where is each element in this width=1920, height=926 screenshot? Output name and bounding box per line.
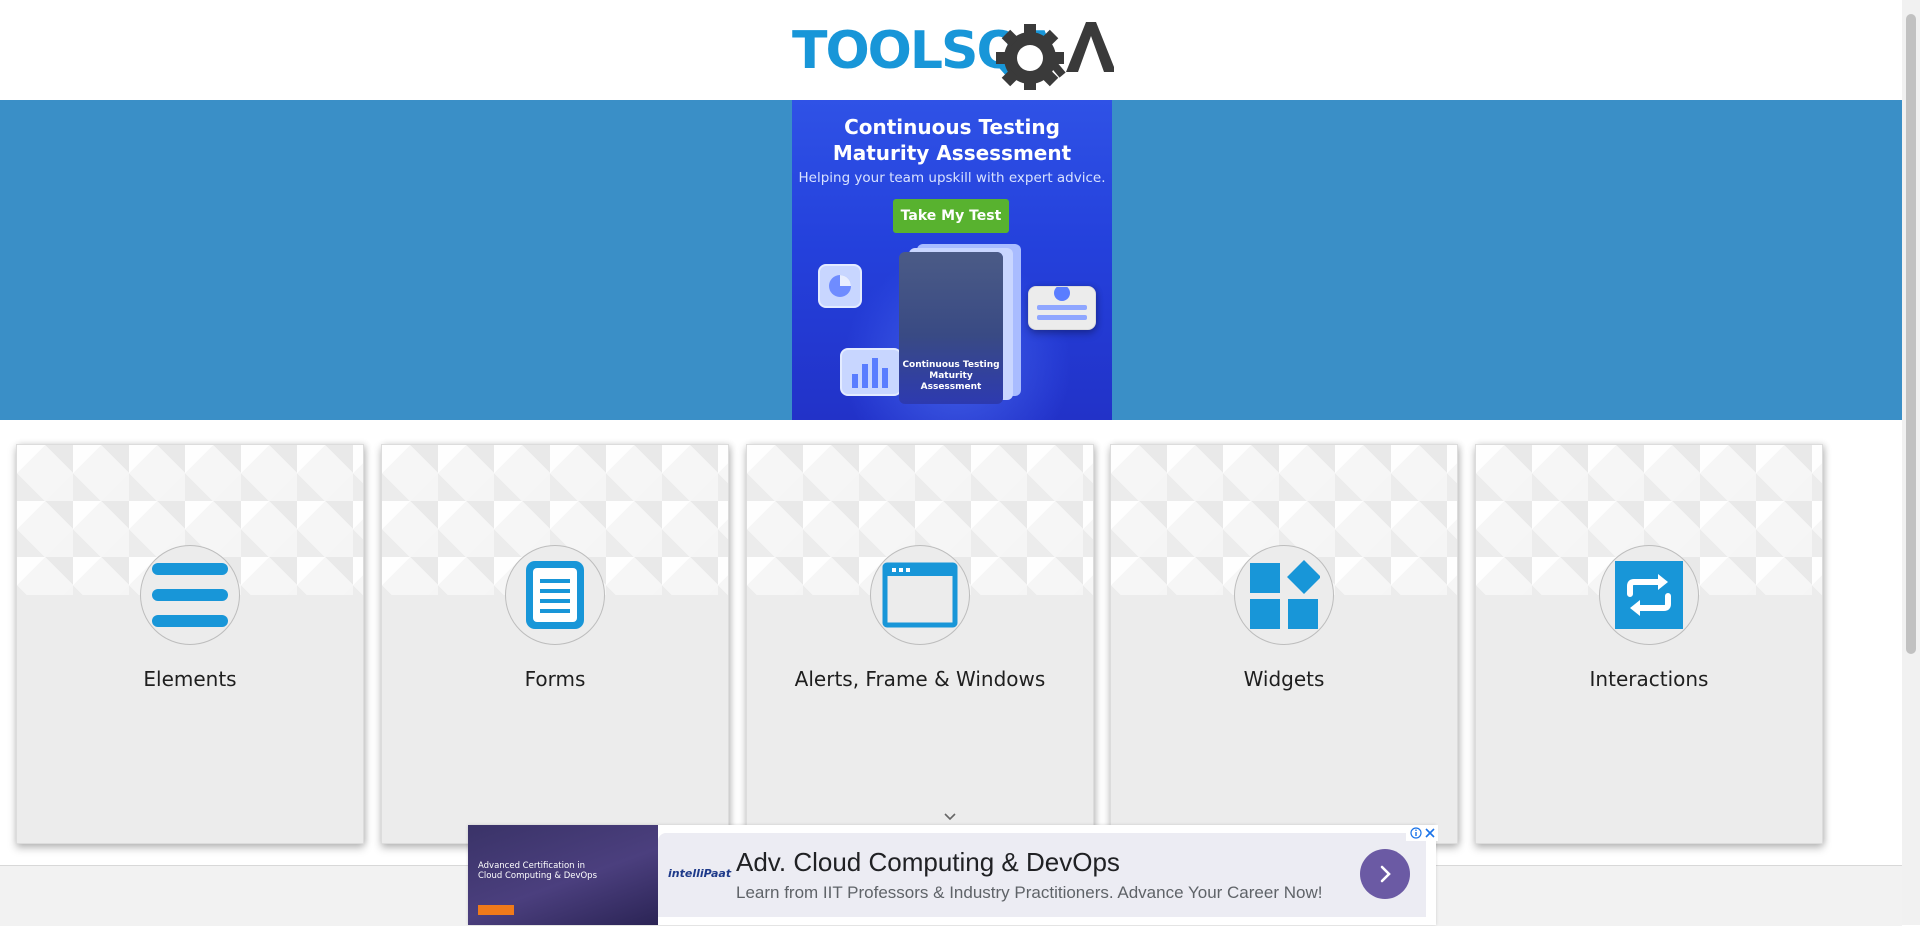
ad-description: Learn from IIT Professors & Industry Pra…	[736, 883, 1323, 902]
info-icon[interactable]	[1410, 827, 1422, 839]
ad-course-image[interactable]: Advanced Certification in Cloud Computin…	[468, 825, 658, 925]
widgets-grid-icon	[1234, 545, 1334, 645]
bar-chart-icon	[840, 348, 902, 396]
banner-ad[interactable]: Continuous Testing Maturity Assessment H…	[792, 100, 1112, 420]
ad-text-panel[interactable]: intelliPaat Adv. Cloud Computing & DevOp…	[658, 833, 1426, 917]
hero-banner: Continuous Testing Maturity Assessment H…	[0, 100, 1902, 420]
card-forms[interactable]: Forms	[381, 444, 729, 844]
chevron-down-icon	[944, 813, 956, 821]
bottom-sticky-ad[interactable]: Advanced Certification in Cloud Computin…	[468, 825, 1438, 925]
document-list-icon	[505, 545, 605, 645]
take-my-test-button[interactable]: Take My Test	[893, 199, 1009, 233]
logo-a-glyph	[1066, 22, 1114, 72]
card-alerts-frame-windows[interactable]: Alerts, Frame & Windows	[746, 444, 1094, 844]
ad-image-title: Advanced Certification in Cloud Computin…	[478, 861, 598, 881]
card-elements[interactable]: Elements	[16, 444, 364, 844]
ad-next-button[interactable]	[1360, 849, 1410, 899]
card-title: Forms	[524, 667, 586, 691]
ad-book-title: Continuous Testing Maturity Assessment	[902, 360, 1000, 392]
vertical-scrollbar[interactable]	[1902, 0, 1920, 925]
card-title: Alerts, Frame & Windows	[794, 667, 1046, 691]
card-title: Elements	[143, 667, 237, 691]
pie-chart-icon	[818, 264, 862, 308]
card-title: Widgets	[1243, 667, 1325, 691]
ad-brand-logo: intelliPaat	[668, 867, 732, 880]
ad-choices[interactable]	[1406, 825, 1438, 841]
scrollbar-thumb[interactable]	[1906, 14, 1916, 654]
browser-window-icon	[870, 545, 970, 645]
card-title: Interactions	[1589, 667, 1709, 691]
ad-image-button	[478, 905, 514, 915]
chevron-right-icon	[1380, 865, 1391, 883]
site-header: TOOLSQA	[0, 0, 1902, 100]
card-widgets[interactable]: Widgets	[1110, 444, 1458, 844]
ad-headline[interactable]: Adv. Cloud Computing & DevOps	[736, 847, 1120, 878]
toolsqa-logo[interactable]: TOOLSQA	[790, 14, 1114, 90]
ad-title: Continuous Testing Maturity Assessment	[832, 115, 1072, 165]
hamburger-lines-icon	[140, 545, 240, 645]
card-interactions[interactable]: Interactions	[1475, 444, 1823, 844]
ad-subtitle: Helping your team upskill with expert ad…	[798, 170, 1106, 186]
close-icon[interactable]	[1424, 827, 1436, 839]
repeat-arrows-icon	[1599, 545, 1699, 645]
profile-card-icon	[1028, 285, 1096, 330]
